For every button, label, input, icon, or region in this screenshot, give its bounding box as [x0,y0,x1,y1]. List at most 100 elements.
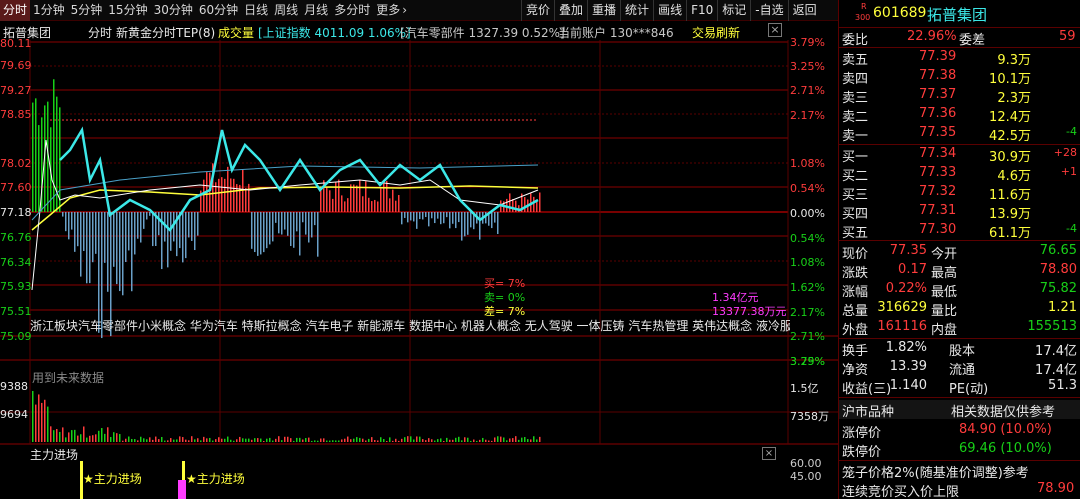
ask-row[interactable]: 卖二 77.36 12.4万 [839,105,1080,125]
period-tab[interactable]: 30分钟 [151,0,196,21]
bid-row[interactable]: 买三 77.32 11.6万 [839,183,1080,203]
flow-bar [209,172,211,212]
toolbar-button[interactable]: F10 [686,0,717,21]
toolbar-button[interactable]: 竞价 [521,0,554,21]
bid-row[interactable]: 买二 77.33 4.6万 +1 [839,164,1080,184]
left-axis-label: 75.93 [0,280,32,293]
volume-bar [62,427,64,442]
volume-bar [53,430,55,442]
toolbar-button[interactable]: 统计 [620,0,653,21]
fund-row: 换手 1.82% 股本 17.4亿 [839,339,1080,359]
volume-bar [539,436,541,442]
fund-label: PE(动) [949,382,989,397]
period-tab[interactable]: 更多 › [373,0,410,21]
flow-bar [284,212,286,230]
main-force-signal: ★主力进场 [186,472,245,486]
close-icon[interactable]: × [762,447,776,460]
trade-refresh[interactable]: 交易刷新 [692,24,740,41]
volume-bars [32,390,541,442]
book-price: 77.38 [919,68,957,83]
flow-bar [383,181,385,212]
ask-row[interactable]: 卖五 77.39 9.3万 [839,48,1080,68]
book-volume: 10.1万 [989,72,1031,87]
period-tab[interactable]: 分时 [0,0,31,21]
volume-bar [365,440,367,442]
weicha-label: 委差 [959,33,986,48]
mf-axis-top: 60.00 [790,457,822,470]
volume-bar [350,439,352,442]
fund-value: 13.39 [889,359,927,374]
flow-bar [53,79,55,212]
volume-bar [485,439,487,442]
flow-bar [386,180,388,212]
auction-row: 连续竞价买入价上限 78.90 [839,480,1080,499]
volume-bar [107,427,109,442]
period-tab[interactable]: 月线 [301,0,331,21]
volume-bar [452,439,454,442]
bid-row[interactable]: 买四 77.31 13.9万 [839,202,1080,222]
toolbar-button[interactable]: 重播 [587,0,620,21]
flow-bar [152,212,154,247]
main-force-marker [178,480,186,499]
volume-bar [149,437,151,442]
bid-row[interactable]: 买一 77.34 30.9万 +28 [839,145,1080,165]
flow-bar [167,212,169,268]
indicator-label[interactable]: 新黄金分时TEP(8) [116,24,215,41]
period-tab[interactable]: 周线 [271,0,301,21]
flow-bar [392,189,394,212]
volume-bar [377,440,379,442]
period-tab[interactable]: 15分钟 [105,0,150,21]
left-axis-label: 76.76 [0,231,32,244]
volume-bar [476,440,478,442]
ask-row[interactable]: 卖三 77.37 2.3万 [839,86,1080,106]
period-tab[interactable]: 1分钟 [30,0,68,21]
close-icon[interactable]: × [768,23,782,37]
volume-bar [521,437,523,442]
flow-bar [107,212,109,292]
ask-row[interactable]: 卖四 77.38 10.1万 [839,67,1080,87]
right-axis-label: 7358万 [790,410,829,423]
toolbar-button[interactable]: 返回 [787,0,821,21]
volume-bar [257,438,259,442]
volume-bar [494,437,496,442]
stat-row: 现价 77.35 今开 76.65 [839,242,1080,262]
flow-bar [95,212,97,254]
stat-row: 涨跌 0.17 最高 78.80 [839,261,1080,281]
flow-bar [533,196,535,212]
period-tab[interactable]: 60分钟 [196,0,241,21]
intraday-chart[interactable] [0,40,838,499]
period-tab[interactable]: 5分钟 [68,0,106,21]
volume-bar [101,428,103,442]
toolbar-button[interactable]: 标记 [717,0,750,21]
period-tab[interactable]: 日线 [241,0,271,21]
toolbar-button[interactable]: 叠加 [554,0,587,21]
volume-label[interactable]: 成交量 [218,24,254,41]
right-axis-label: 2.71% [790,84,825,97]
fund-value: 1.140 [889,378,927,393]
stat-value: 316629 [877,300,927,315]
volume-bar [326,440,328,442]
volume-bar [389,437,391,442]
stat-label: 最高 [931,266,958,281]
ask-row[interactable]: 卖一 77.35 42.5万 -4 [839,124,1080,144]
stock-name: 拓普集团 [927,6,988,24]
volume-bar [218,437,220,442]
stock-code: 601689 [873,5,927,21]
volume-bar [371,437,373,442]
volume-bar [215,439,217,442]
auction-label: 连续竞价买入价上限 [842,485,960,499]
weibi-label: 委比 [842,33,869,48]
bid-row[interactable]: 买五 77.30 61.1万 -4 [839,221,1080,241]
left-axis-label: 78.02 [0,157,32,170]
volume-bar [86,437,88,442]
toolbar-button[interactable]: -自选 [750,0,787,21]
toolbar-button[interactable]: 画线 [653,0,686,21]
concept-tags[interactable]: 浙江板块汽车零部件小米概念 华为汽车 特斯拉概念 汽车电子 新能源车 数据中心 … [30,317,790,335]
flow-bar [314,212,316,226]
flow-bar [224,178,226,212]
stat-value: 75.82 [1039,281,1077,296]
flow-bar [197,212,199,236]
flow-bar [89,212,91,284]
flow-bar [119,212,121,292]
period-tab[interactable]: 多分时 [331,0,373,21]
